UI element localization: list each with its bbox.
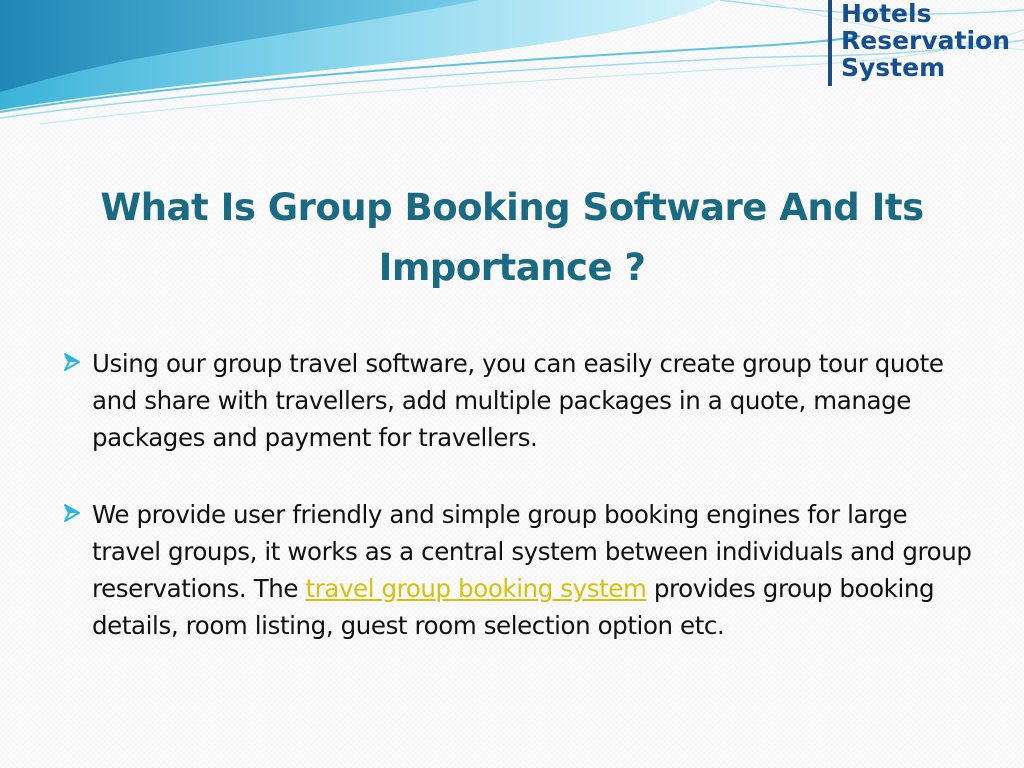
logo-line-2: Reservation (841, 26, 1011, 55)
bullet-item: We provide user friendly and simple grou… (62, 496, 972, 644)
bullet-list: Using our group travel software, you can… (62, 345, 972, 684)
logo-line-3: System (841, 53, 946, 82)
logo-line-1: Hotels (841, 0, 932, 28)
bullet-item: Using our group travel software, you can… (62, 345, 972, 456)
title-line-2: Importance ? (378, 246, 646, 289)
slide-title: What Is Group Booking Software And Its I… (60, 178, 964, 298)
title-line-1: What Is Group Booking Software And Its (100, 186, 924, 229)
arrow-bullet-icon (64, 504, 80, 522)
arrow-bullet-icon (64, 353, 80, 371)
logo: Hotels Reservation System (828, 0, 1024, 86)
bullet-text: Using our group travel software, you can… (92, 349, 944, 452)
travel-group-booking-system-link[interactable]: travel group booking system (305, 574, 646, 603)
